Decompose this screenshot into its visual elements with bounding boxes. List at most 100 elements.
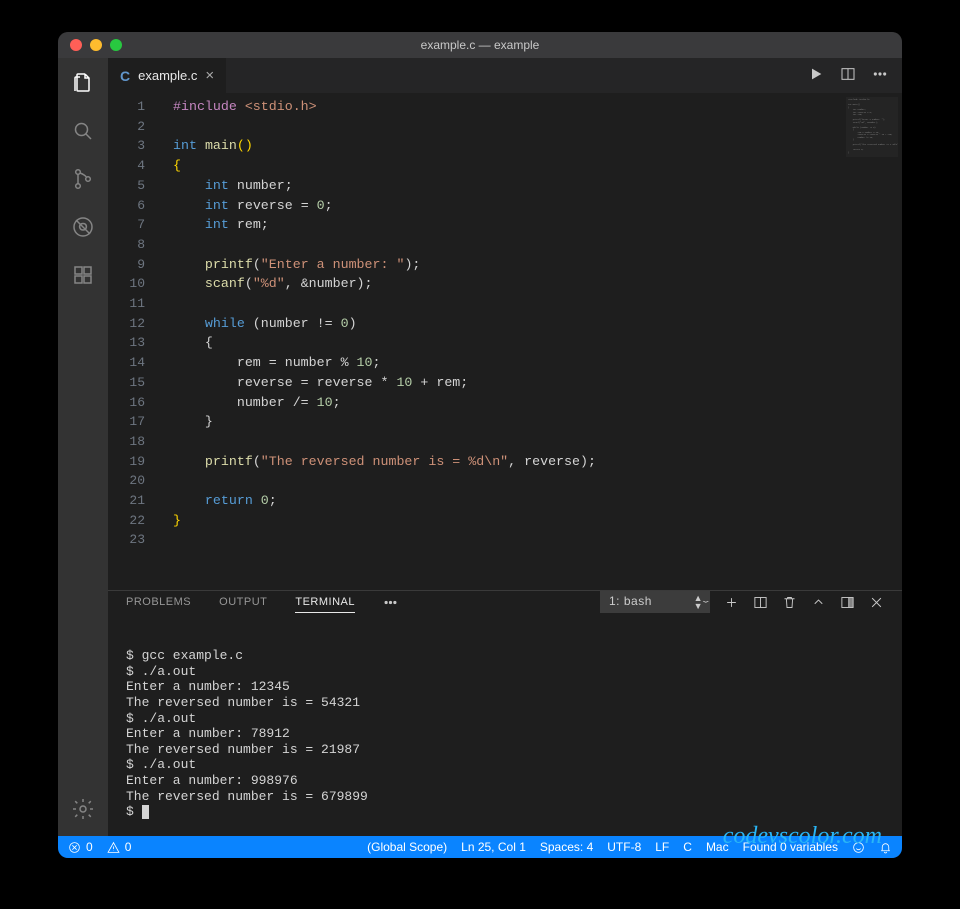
maximize-panel-icon[interactable] xyxy=(811,595,826,610)
watermark-text: codevscolor.com xyxy=(723,829,882,845)
terminal-line: $ gcc example.c xyxy=(126,648,902,664)
line-number: 3 xyxy=(108,136,145,156)
panel-tab-bar: PROBLEMS OUTPUT TERMINAL 1: bash ▲▼ xyxy=(108,591,902,613)
code-line[interactable]: scanf("%d", &number); xyxy=(173,274,902,294)
code-line[interactable]: printf("The reversed number is = %d\n", … xyxy=(173,452,902,472)
code-line[interactable] xyxy=(173,530,902,550)
app-window: example.c — example xyxy=(58,32,902,858)
code-line[interactable] xyxy=(173,432,902,452)
panel-tab-output[interactable]: OUTPUT xyxy=(219,596,267,608)
line-number: 18 xyxy=(108,432,145,452)
line-number: 9 xyxy=(108,255,145,275)
code-line[interactable]: { xyxy=(173,156,902,176)
line-number: 2 xyxy=(108,117,145,137)
split-terminal-icon[interactable] xyxy=(753,595,768,610)
window-body: C example.c × 12345678910111213141516171… xyxy=(58,58,902,836)
line-number: 1 xyxy=(108,97,145,117)
close-tab-icon[interactable]: × xyxy=(205,67,214,84)
code-line[interactable]: number /= 10; xyxy=(173,393,902,413)
line-number: 7 xyxy=(108,215,145,235)
error-icon xyxy=(68,840,81,854)
terminal-cursor xyxy=(142,805,149,819)
new-terminal-icon[interactable] xyxy=(724,595,739,610)
editor-actions xyxy=(794,58,902,93)
terminal-selector[interactable]: 1: bash ▲▼ xyxy=(600,591,710,613)
code-line[interactable]: rem = number % 10; xyxy=(173,353,902,373)
terminal-line: $ ./a.out xyxy=(126,757,902,773)
code-line[interactable]: int main() xyxy=(173,136,902,156)
terminal-line: Enter a number: 78912 xyxy=(126,726,902,742)
code-line[interactable]: while (number != 0) xyxy=(173,314,902,334)
source-control-icon[interactable] xyxy=(70,166,96,192)
code-line[interactable]: } xyxy=(173,511,902,531)
line-number: 10 xyxy=(108,274,145,294)
line-number: 19 xyxy=(108,452,145,472)
code-line[interactable] xyxy=(173,117,902,137)
titlebar: example.c — example xyxy=(58,32,902,58)
panel-side-icon[interactable] xyxy=(840,595,855,610)
tab-bar: C example.c × xyxy=(108,58,902,93)
line-number: 23 xyxy=(108,530,145,550)
language-badge: C xyxy=(120,68,130,84)
terminal-line: The reversed number is = 679899 xyxy=(126,789,902,805)
bottom-panel: PROBLEMS OUTPUT TERMINAL 1: bash ▲▼ xyxy=(108,590,902,836)
kill-terminal-icon[interactable] xyxy=(782,595,797,610)
line-number: 14 xyxy=(108,353,145,373)
panel-tab-terminal[interactable]: TERMINAL xyxy=(295,596,355,613)
run-icon[interactable] xyxy=(808,66,824,86)
code-line[interactable]: { xyxy=(173,333,902,353)
code-line[interactable]: return 0; xyxy=(173,491,902,511)
line-number: 11 xyxy=(108,294,145,314)
code-line[interactable]: #include <stdio.h> xyxy=(173,97,902,117)
code-line[interactable] xyxy=(173,294,902,314)
terminal-line: $ ./a.out xyxy=(126,664,902,680)
code-content[interactable]: #include <stdio.h> int main(){ int numbe… xyxy=(163,93,902,590)
extensions-icon[interactable] xyxy=(70,262,96,288)
code-line[interactable]: int number; xyxy=(173,176,902,196)
window-title: example.c — example xyxy=(58,38,902,52)
minimap[interactable]: #include <stdio.h> int main() { int numb… xyxy=(846,97,898,157)
code-line[interactable]: reverse = reverse * 10 + rem; xyxy=(173,373,902,393)
code-editor[interactable]: 1234567891011121314151617181920212223 #i… xyxy=(108,93,902,590)
code-line[interactable]: printf("Enter a number: "); xyxy=(173,255,902,275)
more-actions-icon[interactable] xyxy=(872,66,888,86)
code-line[interactable]: int reverse = 0; xyxy=(173,196,902,216)
line-number: 5 xyxy=(108,176,145,196)
terminal-line: Enter a number: 998976 xyxy=(126,773,902,789)
terminal-selector-label: 1: bash xyxy=(609,594,652,608)
split-editor-icon[interactable] xyxy=(840,66,856,86)
panel-tab-problems[interactable]: PROBLEMS xyxy=(126,596,191,608)
terminal-content[interactable]: $ gcc example.c$ ./a.outEnter a number: … xyxy=(108,613,902,851)
status-errors[interactable]: 0 xyxy=(68,840,93,854)
terminal-line: $ ./a.out xyxy=(126,711,902,727)
line-number: 13 xyxy=(108,333,145,353)
explorer-icon[interactable] xyxy=(70,70,96,96)
close-panel-icon[interactable] xyxy=(869,595,884,610)
line-number: 8 xyxy=(108,235,145,255)
line-number: 15 xyxy=(108,373,145,393)
line-number: 20 xyxy=(108,471,145,491)
tab-example-c[interactable]: C example.c × xyxy=(108,58,227,93)
code-line[interactable] xyxy=(173,235,902,255)
line-number: 17 xyxy=(108,412,145,432)
tab-filename: example.c xyxy=(138,68,197,83)
debug-icon[interactable] xyxy=(70,214,96,240)
terminal-line: $ xyxy=(126,804,902,820)
code-line[interactable] xyxy=(173,471,902,491)
search-icon[interactable] xyxy=(70,118,96,144)
line-number: 21 xyxy=(108,491,145,511)
settings-gear-icon[interactable] xyxy=(70,796,96,822)
terminal-line: The reversed number is = 54321 xyxy=(126,695,902,711)
terminal-line: The reversed number is = 21987 xyxy=(126,742,902,758)
panel-more-icon[interactable] xyxy=(383,595,398,610)
editor-group: C example.c × 12345678910111213141516171… xyxy=(108,58,902,836)
line-number: 22 xyxy=(108,511,145,531)
line-number-gutter: 1234567891011121314151617181920212223 xyxy=(108,93,163,590)
line-number: 4 xyxy=(108,156,145,176)
line-number: 6 xyxy=(108,196,145,216)
line-number: 16 xyxy=(108,393,145,413)
code-line[interactable]: int rem; xyxy=(173,215,902,235)
terminal-line: Enter a number: 12345 xyxy=(126,679,902,695)
code-line[interactable]: } xyxy=(173,412,902,432)
activity-bar xyxy=(58,58,108,836)
